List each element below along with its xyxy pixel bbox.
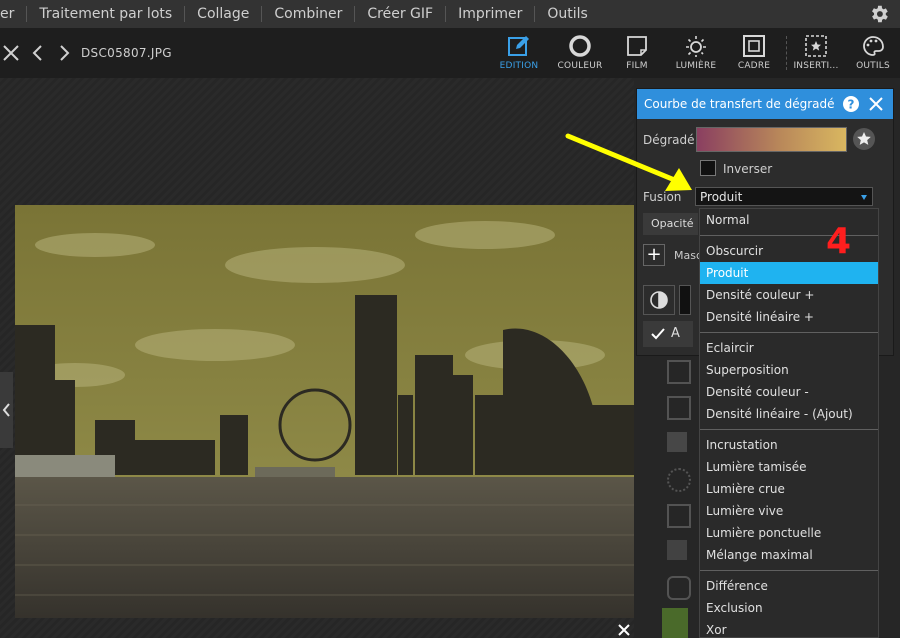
menu-item-partial[interactable]: er [0, 0, 26, 28]
dropdown-separator [700, 235, 878, 236]
tool-label: INSERTI... [793, 61, 839, 71]
close-icon[interactable] [617, 623, 631, 637]
dropdown-separator [700, 570, 878, 571]
dropdown-option[interactable]: Obscurcir [700, 240, 878, 262]
tool-icon [662, 608, 688, 638]
tool-edition[interactable]: EDITION [490, 32, 548, 76]
close-icon[interactable] [2, 44, 20, 62]
photo-preview [15, 205, 634, 618]
svg-text:?: ? [848, 98, 855, 112]
chevron-right-icon[interactable] [55, 44, 73, 62]
annotation-arrow [565, 133, 692, 191]
edit-icon [508, 36, 529, 56]
dropdown-option[interactable]: Eclaircir [700, 337, 878, 359]
menu-item-create-gif[interactable]: Créer GIF [355, 0, 445, 28]
dropdown-option[interactable]: Normal [700, 209, 878, 231]
gradient-swatch[interactable] [696, 127, 847, 152]
light-icon [686, 36, 706, 57]
fusion-value: Produit [700, 190, 743, 204]
menu-item-print[interactable]: Imprimer [446, 0, 534, 28]
tool-icon [667, 576, 691, 600]
tool-color[interactable]: COULEUR [551, 32, 609, 76]
film-icon [627, 36, 647, 56]
compare-button[interactable] [643, 285, 675, 315]
gear-icon[interactable] [868, 3, 890, 25]
tool-insert[interactable]: INSERTI... [787, 32, 845, 76]
tool-icon [667, 432, 687, 452]
tool-icon [667, 396, 691, 420]
frame-icon [743, 35, 765, 57]
tool-label: OUTILS [856, 61, 890, 71]
tool-label: CADRE [737, 61, 771, 71]
dropdown-option[interactable]: Mélange maximal [700, 544, 878, 566]
tool-label: EDITION [499, 61, 539, 71]
star-icon [857, 132, 871, 145]
apply-label: A [671, 326, 680, 341]
dropdown-option[interactable]: Densité couleur - [700, 381, 878, 403]
tool-frame[interactable]: CADRE [725, 32, 783, 76]
add-mask-button[interactable]: + [643, 244, 665, 266]
chevron-left-icon [2, 403, 10, 417]
insert-icon [805, 35, 827, 57]
city-photo [15, 205, 634, 618]
check-icon [651, 328, 665, 340]
chevron-left-icon[interactable] [29, 44, 47, 62]
tool-label: COULEUR [557, 61, 603, 71]
dropdown-option[interactable]: Lumière crue [700, 478, 878, 500]
dropdown-option[interactable]: Lumière tamisée [700, 456, 878, 478]
star-button[interactable] [853, 128, 875, 150]
tool-icon [667, 360, 691, 384]
dropdown-option[interactable]: Xor [700, 619, 878, 637]
dropdown-option[interactable]: Différence [700, 575, 878, 597]
tool-tools[interactable]: OUTILS [844, 32, 900, 76]
tool-icon [667, 540, 687, 560]
dropdown-option[interactable]: Exclusion [700, 597, 878, 619]
blend-mode-dropdown: Normal Obscurcir Produit Densité couleur + D… [699, 208, 879, 638]
dialog-title: Courbe de transfert de dégradé [644, 97, 835, 111]
dropdown-option[interactable]: Densité linéaire - (Ajout) [700, 403, 878, 425]
dropdown-option[interactable]: Produit [700, 262, 878, 284]
dropdown-separator [700, 429, 878, 430]
color-circle-icon [569, 35, 591, 57]
menu-item-combine[interactable]: Combiner [262, 0, 354, 28]
dropdown-option[interactable]: Lumière ponctuelle [700, 522, 878, 544]
chevron-down-icon [861, 195, 867, 200]
tool-icon [667, 504, 691, 528]
fusion-select[interactable]: Produit [695, 187, 873, 206]
dropdown-option[interactable]: Incrustation [700, 434, 878, 456]
opacity-button[interactable]: Opacité [643, 213, 698, 235]
tool-light[interactable]: LUMIÈRE [667, 32, 725, 76]
dropdown-option[interactable]: Superposition [700, 359, 878, 381]
tool-icon [667, 468, 691, 492]
invert-label: Inverser [723, 162, 773, 176]
dropdown-option[interactable]: Densité linéaire + [700, 306, 878, 328]
tool-label: FILM [626, 61, 648, 71]
menu-item-collage[interactable]: Collage [185, 0, 261, 28]
dropdown-separator [700, 332, 878, 333]
dropdown-option[interactable]: Densité couleur + [700, 284, 878, 306]
menu-item-batch[interactable]: Traitement par lots [27, 0, 184, 28]
palette-icon [863, 36, 884, 56]
file-name: DSC05807.JPG [81, 46, 172, 60]
left-panel-handle[interactable] [0, 372, 13, 448]
compare-icon [650, 291, 668, 309]
apply-button[interactable]: A [643, 321, 693, 347]
menu-item-tools[interactable]: Outils [535, 0, 599, 28]
value-field[interactable] [679, 285, 691, 315]
tool-label: LUMIÈRE [675, 61, 717, 71]
invert-checkbox[interactable] [700, 160, 716, 176]
tool-film[interactable]: FILM [608, 32, 666, 76]
dialog-header: Courbe de transfert de dégradé ? [637, 89, 893, 119]
step-number-annotation: 4 [826, 221, 852, 262]
close-icon[interactable] [869, 97, 883, 111]
top-menu-bar: er Traitement par lots Collage Combiner … [0, 0, 900, 28]
dropdown-option[interactable]: Lumière vive [700, 500, 878, 522]
toolbar: DSC05807.JPG EDITION COULEUR FILM LUMIÈR… [0, 28, 900, 78]
help-icon[interactable]: ? [843, 96, 859, 112]
